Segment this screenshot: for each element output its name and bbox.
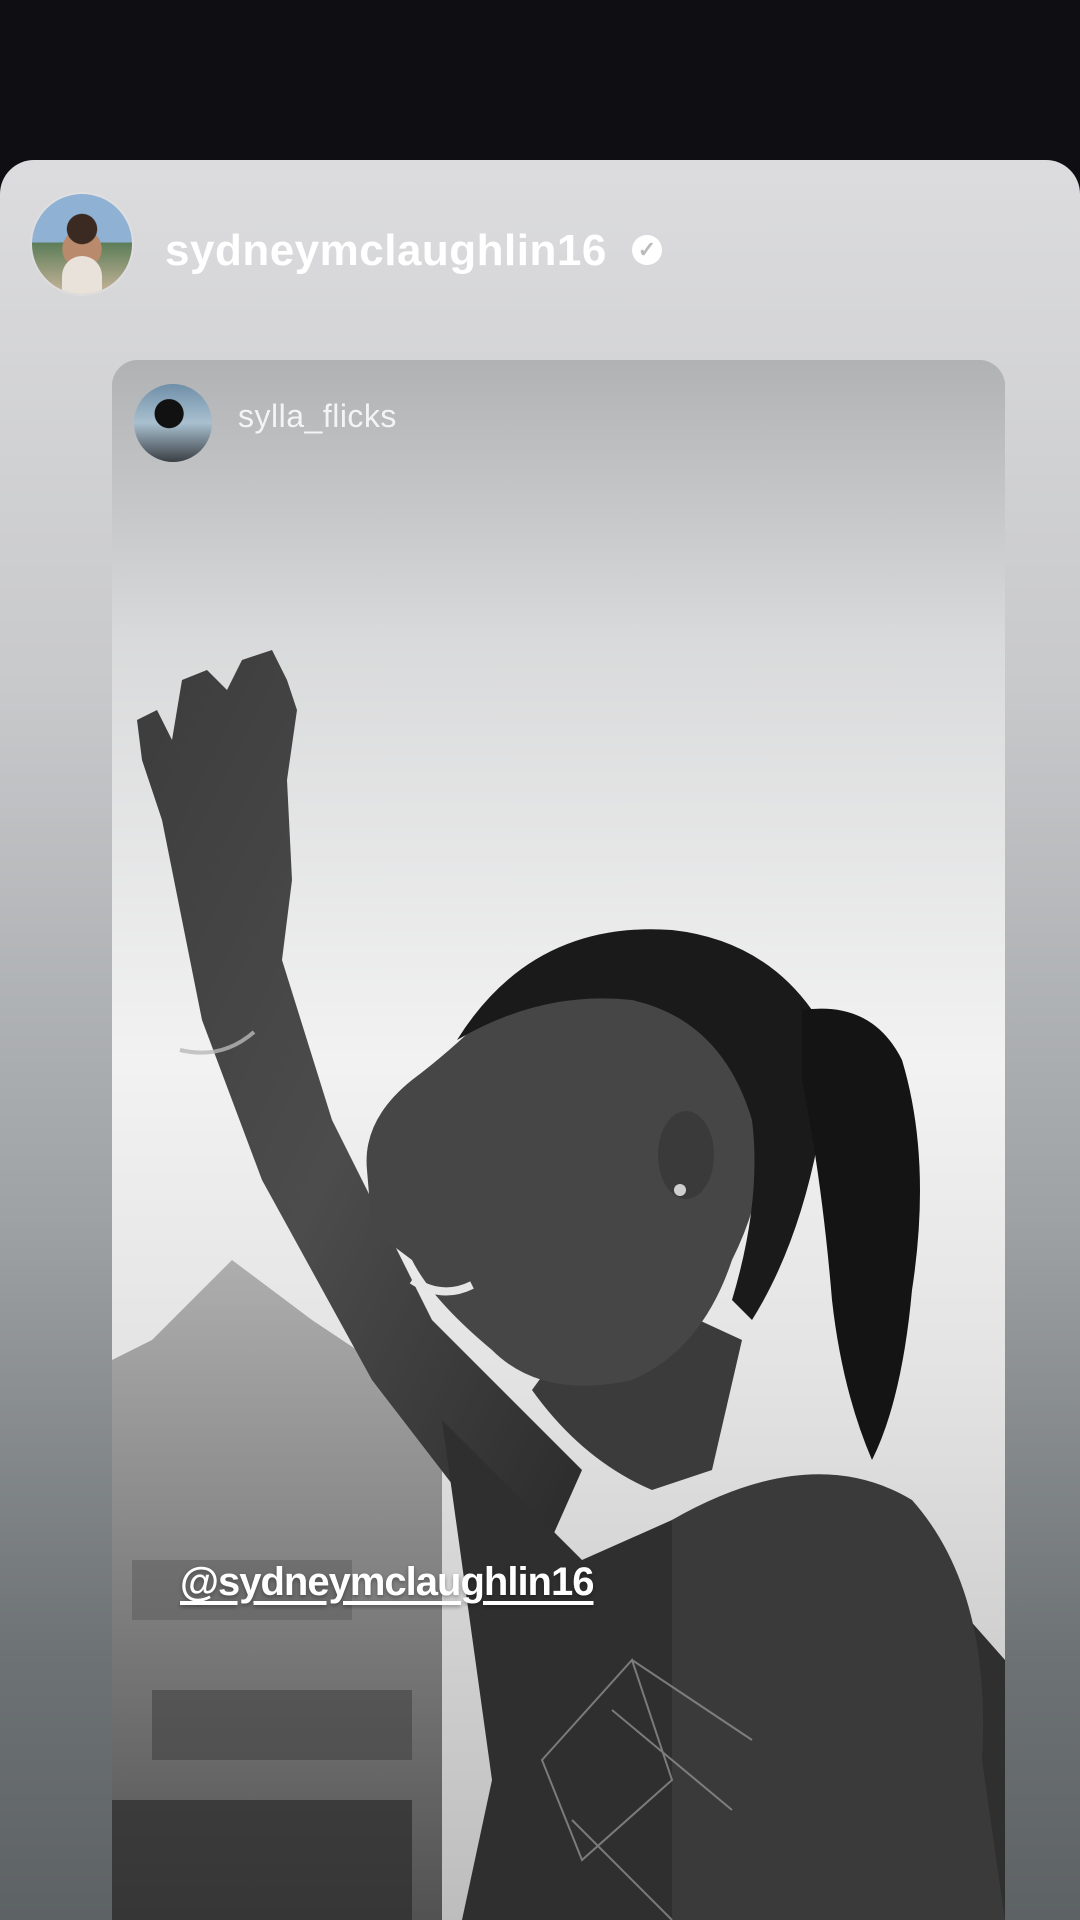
mention-sticker[interactable]: @sydneymclaughlin16	[180, 1560, 594, 1605]
story-card[interactable]: sylla_flicks	[0, 160, 1080, 1920]
shared-author-username[interactable]: sylla_flicks	[238, 398, 397, 435]
status-bar	[0, 0, 1080, 160]
verified-badge-icon: ✓	[632, 235, 662, 265]
shared-post[interactable]: sylla_flicks	[112, 360, 1005, 1920]
shared-author-avatar[interactable]	[134, 384, 212, 462]
author-avatar[interactable]	[32, 194, 132, 294]
post-photo	[112, 360, 1005, 1920]
author-username[interactable]: sydneymclaughlin16	[165, 226, 607, 276]
